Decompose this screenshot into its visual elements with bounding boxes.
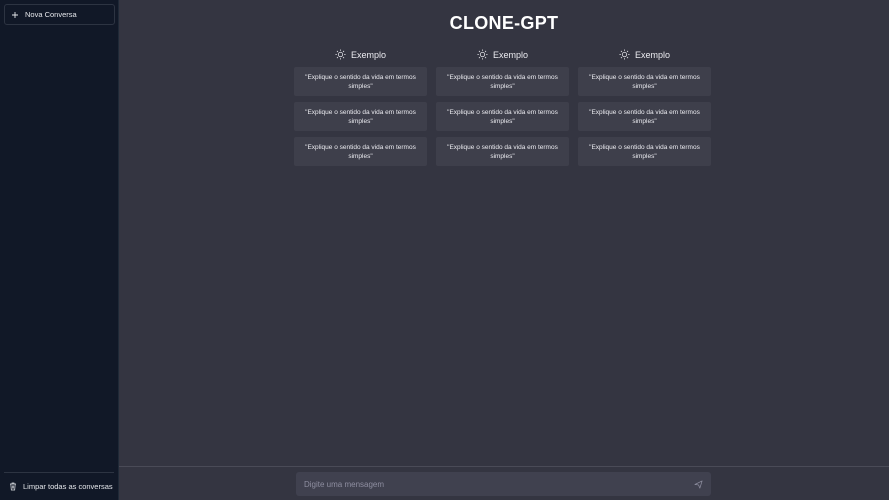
column-title: Exemplo [492,49,528,60]
examples-grid: Exemplo "Explique o sentido da vida em t… [294,47,711,172]
column-header: Exemplo [294,47,427,62]
example-card[interactable]: "Explique o sentido da vida em termos si… [578,102,711,131]
column-header: Exemplo [578,47,711,62]
clear-conversations-button[interactable]: Limpar todas as conversas [4,473,114,499]
column-header: Exemplo [436,47,569,62]
sun-icon [619,49,630,60]
example-card[interactable]: "Explique o sentido da vida em termos si… [578,67,711,96]
message-input[interactable] [304,479,694,489]
clear-conversations-label: Limpar todas as conversas [23,481,113,491]
main-panel: CLONE-GPT Exemplo "Explique o sentido da… [119,0,889,500]
column-title: Exemplo [634,49,670,60]
example-card[interactable]: "Explique o sentido da vida em termos si… [294,102,427,131]
sun-icon [335,49,346,60]
trash-icon [9,482,17,491]
example-card[interactable]: "Explique o sentido da vida em termos si… [294,137,427,166]
send-icon[interactable] [694,480,703,489]
sidebar-footer: Limpar todas as conversas [4,472,114,499]
examples-column: Exemplo "Explique o sentido da vida em t… [436,47,569,172]
new-chat-button[interactable]: Nova Conversa [4,4,115,25]
app-title: CLONE-GPT [449,13,559,33]
column-title: Exemplo [350,49,386,60]
example-card[interactable]: "Explique o sentido da vida em termos si… [436,67,569,96]
examples-column: Exemplo "Explique o sentido da vida em t… [578,47,711,172]
new-chat-label: Nova Conversa [25,10,77,19]
sidebar: Nova Conversa Limpar todas as conversas [0,0,119,500]
sun-icon [477,49,488,60]
example-card[interactable]: "Explique o sentido da vida em termos si… [294,67,427,96]
examples-column: Exemplo "Explique o sentido da vida em t… [294,47,427,172]
example-card[interactable]: "Explique o sentido da vida em termos si… [436,137,569,166]
message-box [296,472,711,496]
example-card[interactable]: "Explique o sentido da vida em termos si… [578,137,711,166]
example-card[interactable]: "Explique o sentido da vida em termos si… [436,102,569,131]
composer-bar [119,466,889,500]
plus-icon [11,11,19,19]
